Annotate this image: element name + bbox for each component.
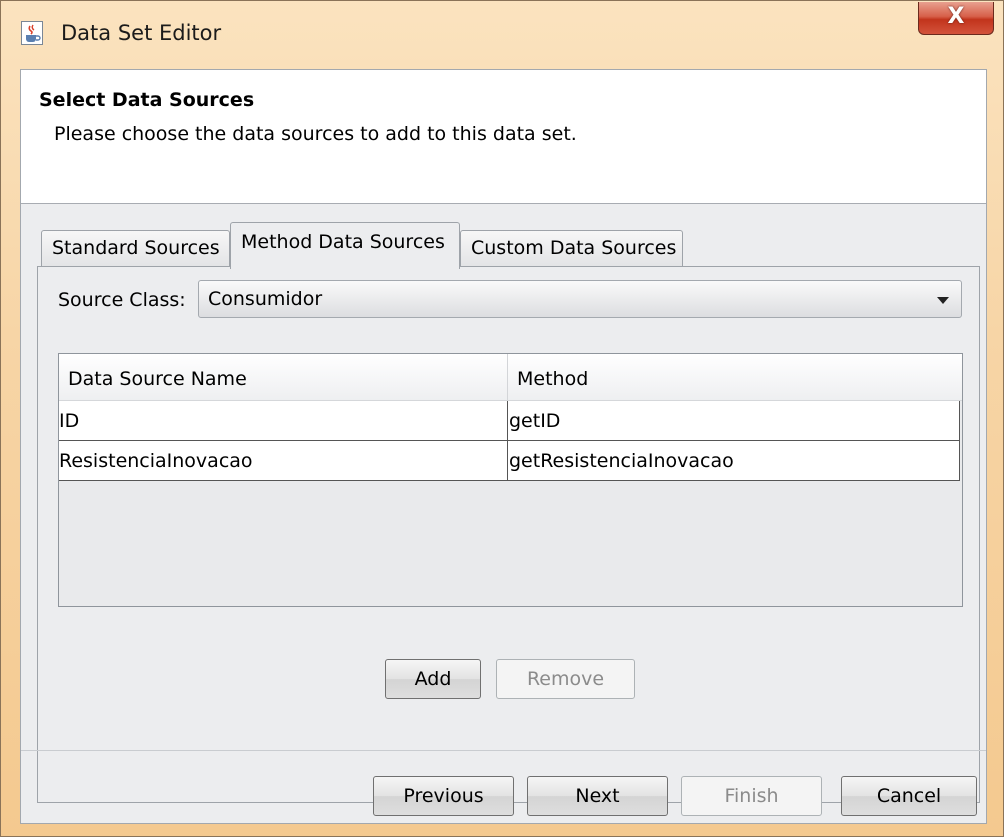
tab-standard-sources[interactable]: Standard Sources — [41, 230, 230, 268]
row-border — [959, 401, 960, 440]
column-header-method[interactable]: Method — [517, 368, 588, 390]
footer-divider — [21, 750, 986, 751]
tab-strip: Standard Sources Method Data Sources Cus… — [21, 220, 986, 269]
tab-label: Method Data Sources — [241, 231, 445, 253]
cell-divider — [507, 441, 508, 480]
tab-custom-data-sources[interactable]: Custom Data Sources — [460, 230, 683, 268]
close-icon: X — [947, 4, 965, 29]
window-title: Data Set Editor — [61, 21, 222, 45]
tab-label: Custom Data Sources — [471, 237, 677, 259]
table-row[interactable]: ID getID — [59, 401, 960, 441]
remove-button[interactable]: Remove — [496, 659, 635, 699]
row-border — [959, 441, 960, 480]
tab-method-data-sources[interactable]: Method Data Sources — [230, 222, 460, 269]
next-button[interactable]: Next — [527, 776, 668, 816]
table-row[interactable]: ResistenciaInovacao getResistenciaInovac… — [59, 441, 960, 481]
previous-button[interactable]: Previous — [373, 776, 514, 816]
data-source-name-cell[interactable]: ID — [59, 410, 79, 432]
method-cell[interactable]: getResistenciaInovacao — [509, 450, 734, 472]
cancel-button[interactable]: Cancel — [841, 776, 977, 816]
dialog-client-area: Select Data Sources Please choose the da… — [20, 69, 987, 824]
finish-button[interactable]: Finish — [681, 776, 822, 816]
source-class-label: Source Class: — [58, 289, 186, 311]
title-bar[interactable]: Data Set Editor X — [1, 1, 1003, 69]
page-title: Select Data Sources — [39, 89, 255, 111]
column-divider[interactable] — [507, 354, 508, 400]
chevron-down-icon — [937, 297, 949, 304]
close-button[interactable]: X — [918, 2, 994, 35]
java-cup-icon — [21, 21, 43, 45]
column-header-data-source-name[interactable]: Data Source Name — [68, 368, 247, 390]
tab-label: Standard Sources — [52, 237, 220, 259]
table-header: Data Source Name Method — [59, 354, 962, 401]
method-cell[interactable]: getID — [509, 410, 560, 432]
source-class-value: Consumidor — [208, 288, 323, 310]
data-sources-table: Data Source Name Method ID getID Resiste… — [58, 353, 963, 607]
data-source-name-cell[interactable]: ResistenciaInovacao — [59, 450, 253, 472]
source-class-dropdown[interactable]: Consumidor — [198, 280, 962, 318]
add-button[interactable]: Add — [385, 659, 481, 699]
dialog-window: Data Set Editor X Select Data Sources Pl… — [0, 0, 1004, 837]
page-description: Please choose the data sources to add to… — [54, 123, 577, 145]
cell-divider — [507, 401, 508, 440]
method-data-sources-panel: Source Class: Consumidor Data Source Nam… — [37, 266, 980, 803]
wizard-header: Select Data Sources Please choose the da… — [21, 70, 986, 204]
